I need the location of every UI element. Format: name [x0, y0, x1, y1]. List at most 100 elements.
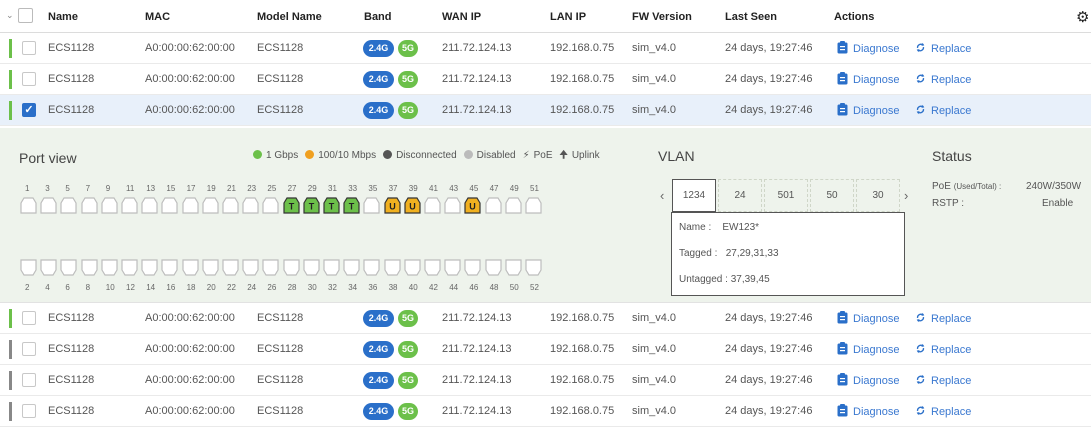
- table-row[interactable]: ECS1128 A0:00:00:62:00:00 ECS1128 2.4G 5G 211…: [0, 365, 1091, 396]
- port-disconnected-icon[interactable]: [101, 197, 118, 217]
- gear-icon[interactable]: ⚙: [1076, 8, 1089, 26]
- column-header-mac[interactable]: MAC: [145, 11, 170, 23]
- diagnose-button[interactable]: Diagnose: [837, 103, 899, 117]
- port-disconnected-icon[interactable]: [20, 197, 37, 217]
- row-checkbox[interactable]: [22, 41, 36, 55]
- row-checkbox[interactable]: [22, 72, 36, 86]
- port-disconnected-icon[interactable]: [40, 259, 57, 279]
- port-disconnected-icon[interactable]: [242, 197, 259, 217]
- replace-button[interactable]: Replace: [915, 373, 971, 387]
- port-disconnected-icon[interactable]: [141, 197, 158, 217]
- port-disconnected-icon[interactable]: [141, 259, 158, 279]
- row-checkbox[interactable]: ✓: [22, 103, 36, 117]
- port-disconnected-icon[interactable]: [60, 259, 77, 279]
- vlan-tab[interactable]: 24: [718, 179, 762, 212]
- device-mac: A0:00:00:62:00:00: [145, 104, 235, 116]
- diagnose-button[interactable]: Diagnose: [837, 41, 899, 55]
- port-disconnected-icon[interactable]: [121, 259, 138, 279]
- diagnose-button[interactable]: Diagnose: [837, 373, 899, 387]
- port-disconnected-icon[interactable]: [484, 197, 502, 217]
- port-disconnected-icon[interactable]: [80, 197, 98, 217]
- chevron-right-icon[interactable]: ›: [904, 188, 908, 203]
- replace-button[interactable]: Replace: [915, 404, 971, 418]
- port-disconnected-icon[interactable]: [444, 259, 461, 279]
- column-header-name[interactable]: Name: [48, 11, 78, 23]
- port-disconnected-icon[interactable]: [424, 197, 441, 217]
- table-row[interactable]: ECS1128 A0:00:00:62:00:00 ECS1128 2.4G 5G 211…: [0, 396, 1091, 427]
- table-row[interactable]: ✓ ECS1128 A0:00:00:62:00:00 ECS1128 2.4G 5G 21…: [0, 95, 1091, 126]
- row-checkbox[interactable]: [22, 404, 36, 418]
- port-disconnected-icon[interactable]: [323, 259, 340, 279]
- port-disconnected-icon[interactable]: [202, 259, 219, 279]
- port-active-100m-icon[interactable]: U: [464, 197, 481, 217]
- column-header-lan-ip[interactable]: LAN IP: [550, 11, 586, 23]
- replace-button[interactable]: Replace: [915, 342, 971, 356]
- replace-button[interactable]: Replace: [915, 311, 971, 325]
- port-disconnected-icon[interactable]: [262, 259, 279, 279]
- port-disconnected-icon[interactable]: [181, 259, 199, 279]
- port-active-1g-icon[interactable]: T: [282, 197, 300, 217]
- port-active-1g-icon[interactable]: T: [303, 197, 320, 217]
- diagnose-button[interactable]: Diagnose: [837, 311, 899, 325]
- chevron-left-icon[interactable]: ‹: [660, 188, 664, 203]
- table-row[interactable]: ECS1128 A0:00:00:62:00:00 ECS1128 2.4G 5G 211…: [0, 334, 1091, 365]
- port-disconnected-icon[interactable]: [343, 259, 360, 279]
- column-header-model[interactable]: Model Name: [257, 11, 322, 23]
- port-disconnected-icon[interactable]: [484, 259, 502, 279]
- port-disconnected-icon[interactable]: [505, 259, 522, 279]
- row-checkbox[interactable]: [22, 311, 36, 325]
- chevron-down-icon[interactable]: ⌄: [6, 10, 14, 21]
- port-disconnected-icon[interactable]: [121, 197, 138, 217]
- table-row[interactable]: ECS1128 A0:00:00:62:00:00 ECS1128 2.4G 5G 211…: [0, 33, 1091, 64]
- column-header-band[interactable]: Band: [364, 11, 392, 23]
- port-disconnected-icon[interactable]: [40, 197, 57, 217]
- diagnose-button[interactable]: Diagnose: [837, 342, 899, 356]
- column-header-wan-ip[interactable]: WAN IP: [442, 11, 481, 23]
- port-active-1g-icon[interactable]: T: [323, 197, 340, 217]
- table-row[interactable]: ECS1128 A0:00:00:62:00:00 ECS1128 2.4G 5G 211…: [0, 303, 1091, 334]
- port-disconnected-icon[interactable]: [404, 259, 421, 279]
- port-disconnected-icon[interactable]: [222, 197, 239, 217]
- port-disconnected-icon[interactable]: [525, 259, 542, 279]
- row-checkbox[interactable]: [22, 342, 36, 356]
- port-disconnected-icon[interactable]: [424, 259, 441, 279]
- port-disconnected-icon[interactable]: [222, 259, 239, 279]
- row-checkbox[interactable]: [22, 373, 36, 387]
- port-disconnected-icon[interactable]: [242, 259, 259, 279]
- port-disconnected-icon[interactable]: [383, 259, 401, 279]
- vlan-tab[interactable]: 30: [856, 179, 900, 212]
- port-disconnected-icon[interactable]: [282, 259, 300, 279]
- port-active-100m-icon[interactable]: U: [404, 197, 421, 217]
- port-disconnected-icon[interactable]: [161, 259, 178, 279]
- port-disconnected-icon[interactable]: [101, 259, 118, 279]
- port-disconnected-icon[interactable]: [525, 197, 542, 217]
- port-disconnected-icon[interactable]: [363, 259, 380, 279]
- diagnose-button[interactable]: Diagnose: [837, 72, 899, 86]
- vlan-tab[interactable]: 501: [764, 179, 808, 212]
- column-header-last-seen[interactable]: Last Seen: [725, 11, 777, 23]
- port-active-100m-icon[interactable]: U: [383, 197, 401, 217]
- port-disconnected-icon[interactable]: [303, 259, 320, 279]
- svg-text:T: T: [309, 202, 315, 212]
- table-row[interactable]: ECS1128 A0:00:00:62:00:00 ECS1128 2.4G 5G 211…: [0, 64, 1091, 95]
- vlan-tab[interactable]: 1234: [672, 179, 716, 212]
- port-disconnected-icon[interactable]: [262, 197, 279, 217]
- port-disconnected-icon[interactable]: [505, 197, 522, 217]
- port-disconnected-icon[interactable]: [60, 197, 77, 217]
- port-disconnected-icon[interactable]: [161, 197, 178, 217]
- port-disconnected-icon[interactable]: [363, 197, 380, 217]
- port-disconnected-icon[interactable]: [20, 259, 37, 279]
- replace-button[interactable]: Replace: [915, 72, 971, 86]
- port-disconnected-icon[interactable]: [80, 259, 98, 279]
- diagnose-button[interactable]: Diagnose: [837, 404, 899, 418]
- port-disconnected-icon[interactable]: [444, 197, 461, 217]
- port-disconnected-icon[interactable]: [464, 259, 481, 279]
- vlan-tab[interactable]: 50: [810, 179, 854, 212]
- select-all-checkbox[interactable]: [18, 8, 33, 23]
- replace-button[interactable]: Replace: [915, 41, 971, 55]
- replace-button[interactable]: Replace: [915, 103, 971, 117]
- port-disconnected-icon[interactable]: [202, 197, 219, 217]
- port-active-1g-icon[interactable]: T: [343, 197, 360, 217]
- port-disconnected-icon[interactable]: [181, 197, 199, 217]
- column-header-fw[interactable]: FW Version: [632, 11, 692, 23]
